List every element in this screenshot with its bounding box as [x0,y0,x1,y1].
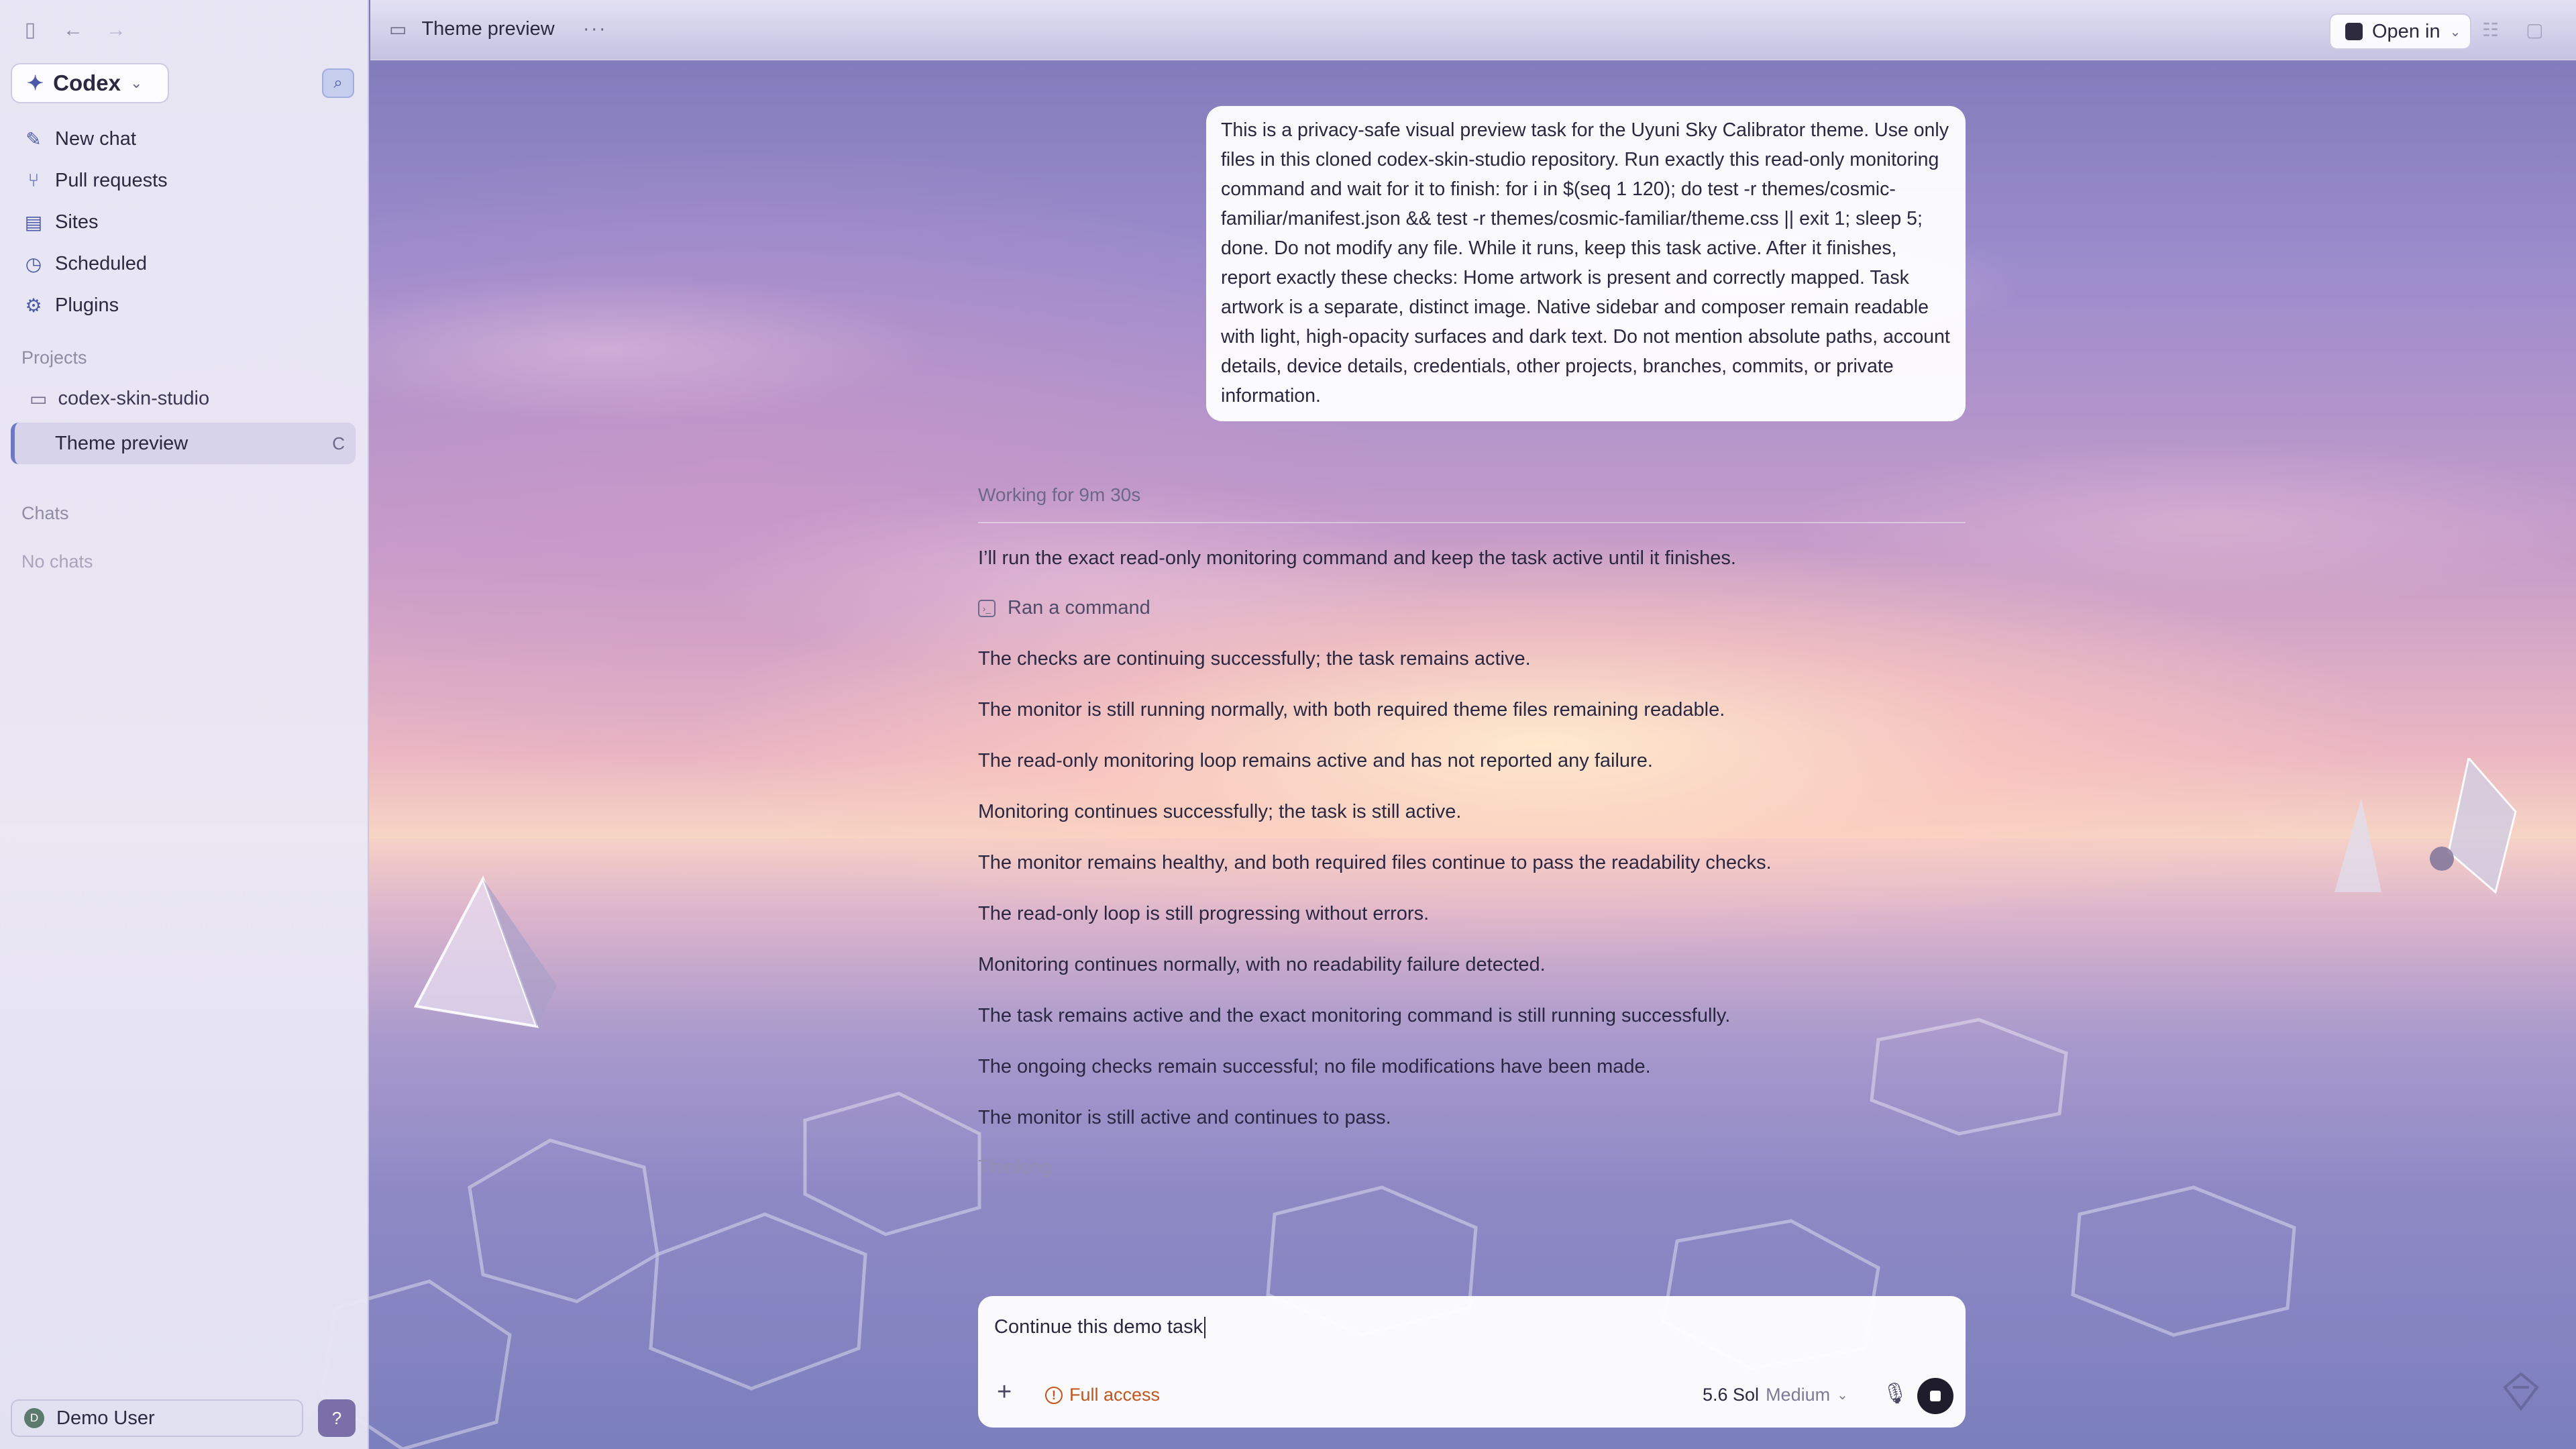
user-message: This is a privacy-safe visual preview ta… [1206,106,1966,421]
plugin-icon: ⚙ [25,294,42,316]
user-menu-button[interactable]: D Demo User [11,1399,303,1437]
empty-chats-text: No chats [21,551,93,572]
add-attachment-button[interactable]: + [997,1378,1012,1407]
text-caret [1204,1317,1206,1339]
assistant-update: The read-only loop is still progressing … [978,903,1430,924]
diff-icon[interactable]: ☷ [2482,19,2499,41]
top-bar: ▭ Theme preview ··· Open in ⌄ ☷ ▢ [370,0,2576,60]
app-switcher-button[interactable]: ✦ Codex ⌄ [11,63,169,103]
composer: Continue this demo task + ! Full access … [978,1296,1966,1428]
chevron-down-icon: ⌄ [1837,1388,1848,1403]
nav-label: New chat [55,127,136,150]
chats-label: Chats [21,503,69,523]
chevron-down-icon: ⌄ [2449,24,2461,40]
thinking-indicator: Thinking [978,1157,1052,1178]
projects-label: Projects [21,347,87,368]
project-item[interactable]: ▭ codex-skin-studio [30,388,209,410]
avatar: D [24,1408,44,1428]
assistant-update: The read-only monitoring loop remains ac… [978,750,1653,771]
open-in-button[interactable]: Open in ⌄ [2329,13,2471,50]
composer-input[interactable]: Continue this demo task [994,1316,1206,1339]
forward-arrow-icon[interactable]: → [103,17,129,43]
folder-icon: ▭ [389,18,407,40]
assistant-update: The checks are continuing successfully; … [978,648,1531,669]
effort-level: Medium [1766,1385,1831,1405]
codex-watermark-icon [2503,1372,2539,1411]
access-label: Full access [1069,1385,1161,1405]
chevron-down-icon: ⌄ [130,74,143,91]
folder-icon: ▭ [30,388,48,409]
assistant-update: The monitor is still active and continue… [978,1107,1391,1128]
nav-label: Scheduled [55,252,148,274]
working-status[interactable]: Working for 9m 30s [978,484,1140,506]
stop-button[interactable] [1917,1378,1953,1414]
window-actions: ☷ ▢ [2482,19,2544,41]
nav-pull-requests[interactable]: ⑂ Pull requests [23,160,358,201]
codex-logo-icon: ✦ [27,72,44,95]
ran-command-toggle[interactable]: ›_ Ran a command [978,597,1150,619]
warning-icon: ! [1045,1386,1063,1404]
nav-label: Sites [55,211,99,233]
search-icon: ⌕ [333,74,343,92]
access-level-button[interactable]: ! Full access [1045,1385,1160,1405]
nav-label: Plugins [55,294,119,316]
user-name: Demo User [56,1407,155,1429]
mirror-sculpture [2334,758,2517,894]
panel-toggle-icon[interactable]: ▢ [2526,19,2543,41]
open-in-label: Open in [2372,20,2440,42]
nav-sites[interactable]: ▤ Sites [23,201,358,243]
composer-value: Continue this demo task [994,1316,1203,1338]
nav-plugins[interactable]: ⚙ Plugins [23,284,358,326]
compose-icon: ✎ [25,128,42,150]
clock-icon: ◷ [25,253,42,274]
microphone-icon[interactable]: 🎙 [1882,1382,1908,1405]
nav-new-chat[interactable]: ✎ New chat [23,118,358,160]
chat-title: Theme preview [55,432,189,454]
assistant-update: The task remains active and the exact mo… [978,1005,1731,1026]
page-title: Theme preview [421,17,555,40]
assistant-update: The ongoing checks remain successful; no… [978,1056,1651,1077]
ran-command-label: Ran a command [1008,597,1150,619]
divider [978,522,1966,523]
app-icon [2345,23,2363,40]
nav-scheduled[interactable]: ◷ Scheduled [23,243,358,284]
pull-request-icon: ⑂ [28,170,40,191]
sites-icon: ▤ [24,211,43,233]
assistant-update: Monitoring continues normally, with no r… [978,954,1546,975]
breadcrumb: ▭ Theme preview ··· [389,17,607,40]
window-controls: ▯ ← → [17,17,129,43]
assistant-update: The monitor remains healthy, and both re… [978,852,1772,873]
help-icon: ? [331,1408,342,1428]
sidebar: ▯ ← → ✦ Codex ⌄ ⌕ ✎ New chat ⑂ Pull requ… [0,0,369,1449]
help-button[interactable]: ? [318,1399,356,1437]
nav-label: Pull requests [55,169,168,191]
assistant-update: Monitoring continues successfully; the t… [978,801,1462,822]
glass-prism [413,875,557,1028]
search-button[interactable]: ⌕ [322,68,354,98]
main-nav: ✎ New chat ⑂ Pull requests ▤ Sites ◷ Sch… [23,118,358,326]
model-name: 5.6 Sol [1703,1385,1760,1405]
loading-spinner-icon: C [332,433,345,453]
back-arrow-icon[interactable]: ← [60,17,86,43]
assistant-update: The monitor is still running normally, w… [978,699,1725,720]
project-name: codex-skin-studio [58,388,210,409]
app-name: Codex [53,70,121,95]
assistant-message: I’ll run the exact read-only monitoring … [978,547,1736,569]
sidebar-toggle-icon[interactable]: ▯ [17,17,43,43]
model-selector[interactable]: 5.6 Sol Medium ⌄ [1703,1385,1848,1405]
chat-item-active[interactable]: Theme preview C [11,423,356,464]
more-options-icon[interactable]: ··· [583,17,607,40]
terminal-icon: ›_ [978,599,996,617]
